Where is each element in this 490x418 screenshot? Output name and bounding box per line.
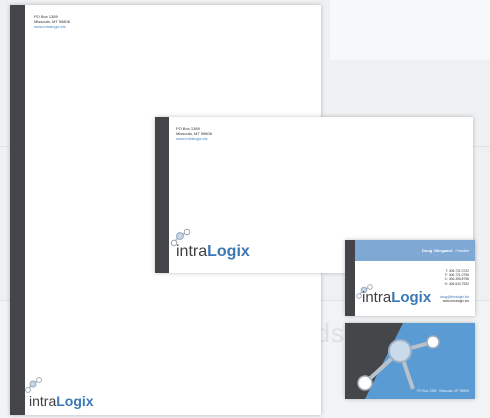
logo-logix: Logix [56, 393, 94, 409]
card-side-strip [345, 240, 355, 316]
logo-logix: Logix [207, 243, 250, 260]
card-phones: T: 406.721.0722 F: 406.721.0796 C: 406.3… [445, 269, 469, 286]
address-web: www.intralogix.biz [34, 24, 66, 29]
logo-intra: intra [176, 243, 208, 260]
envelope-logo: intraLogix [176, 243, 250, 261]
card-logo: intraLogix [362, 289, 431, 306]
logo-intra: intra [29, 393, 57, 409]
card-contact: doug@intralogix.biz www.intralogix.biz [440, 295, 469, 303]
card-person-title: President [455, 249, 469, 253]
card-name-line: Doug Vikegaard President [422, 248, 469, 253]
logo-intra: intra [362, 289, 392, 306]
molecule-graphic-icon [345, 323, 440, 399]
card-phone-h: H: 406.543.7532 [444, 281, 469, 286]
business-card-back: PO Box 1389 · Missoula, MT 59806 [345, 323, 475, 399]
business-card-front: Doug Vikegaard President T: 406.721.0722… [345, 240, 475, 316]
address-web: www.intralogix.biz [176, 136, 208, 141]
letterhead-side-strip [10, 5, 25, 415]
logo-logix: Logix [391, 289, 432, 306]
card-web: www.intralogix.biz [442, 299, 469, 304]
envelope-address: PO Box 1389 Missoula, MT 59806 www.intra… [176, 126, 212, 141]
card-back-address: PO Box 1389 · Missoula, MT 59806 [416, 389, 469, 393]
card-phone-c: C: 406.396.8756 [444, 277, 469, 282]
letterhead-logo: intraLogix [29, 393, 94, 409]
letterhead-address: PO Box 1389 Missoula, MT 59806 www.intra… [34, 14, 70, 29]
card-person-name: Doug Vikegaard [422, 248, 453, 253]
background-panel [330, 0, 490, 60]
